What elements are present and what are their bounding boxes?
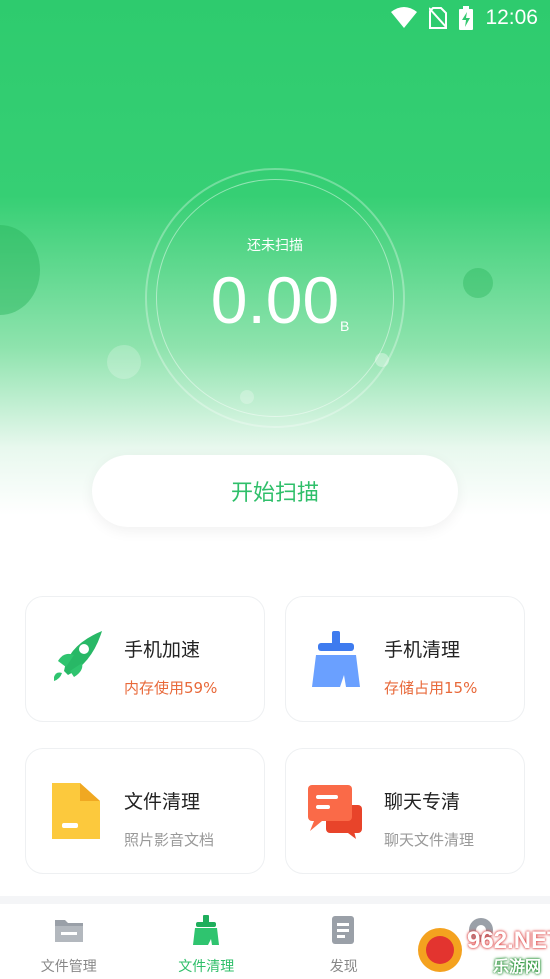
status-bar: 12:06 xyxy=(0,0,550,40)
watermark-subtext: 乐游网 xyxy=(493,957,542,976)
watermark-text: 962.NET xyxy=(467,927,550,954)
no-sim-icon xyxy=(429,7,448,29)
watermark-badge-icon xyxy=(418,928,462,972)
discover-icon xyxy=(331,916,354,944)
site-watermark-logo: 962.NET 乐游网 xyxy=(415,925,550,976)
card-title: 聊天专清 xyxy=(384,791,461,813)
storage-usage-text: 存储占用15% xyxy=(384,679,478,697)
memory-usage-text: 内存使用59% xyxy=(124,679,218,697)
folder-icon xyxy=(54,920,83,942)
rocket-icon xyxy=(54,631,102,681)
card-file-clean[interactable]: 文件清理 照片影音文档 xyxy=(25,748,265,874)
nav-label: 发现 xyxy=(329,959,358,975)
scan-status-text: 还未扫描 xyxy=(247,238,303,254)
card-subtitle: 聊天文件清理 xyxy=(384,831,475,849)
card-phone-boost[interactable]: 手机加速 内存使用59% xyxy=(25,596,265,722)
broom-icon xyxy=(193,915,220,945)
wifi-icon xyxy=(391,7,418,28)
nav-item-file-clean[interactable]: 文件清理 xyxy=(138,904,276,979)
battery-charging-icon xyxy=(459,6,474,30)
card-title: 文件清理 xyxy=(124,791,201,813)
nav-item-discover[interactable]: 发现 xyxy=(275,904,413,979)
start-scan-button[interactable]: 开始扫描 xyxy=(92,455,458,527)
nav-label: 文件管理 xyxy=(40,959,97,975)
junk-size-unit: B xyxy=(340,318,350,334)
card-subtitle: 照片影音文档 xyxy=(124,831,215,849)
card-title: 手机清理 xyxy=(384,639,461,661)
card-chat-clean[interactable]: 聊天专清 聊天文件清理 xyxy=(285,748,525,874)
nav-divider xyxy=(0,896,550,904)
decor-bubble xyxy=(107,345,141,379)
junk-size-value: 0.00 xyxy=(210,263,340,337)
nav-item-file-manager[interactable]: 文件管理 xyxy=(0,904,138,979)
status-time: 12:06 xyxy=(485,6,538,29)
document-icon xyxy=(52,783,100,839)
broom-icon xyxy=(312,631,360,687)
card-phone-clean[interactable]: 手机清理 存储占用15% xyxy=(285,596,525,722)
nav-label: 文件清理 xyxy=(178,959,235,975)
chat-icon xyxy=(308,785,362,839)
card-title: 手机加速 xyxy=(124,639,201,661)
